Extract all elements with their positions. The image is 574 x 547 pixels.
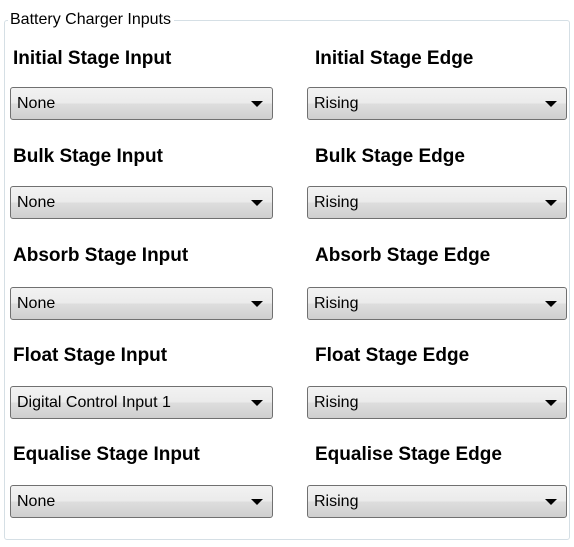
bulk-stage-edge-dropdown[interactable]: Rising — [307, 186, 567, 219]
absorb-stage-edge-value: Rising — [314, 295, 359, 312]
equalise-stage-edge-value: Rising — [314, 493, 359, 510]
equalise-stage-edge-dropdown[interactable]: Rising — [307, 485, 567, 518]
chevron-down-icon — [251, 301, 263, 307]
float-stage-input-value: Digital Control Input 1 — [17, 394, 171, 411]
initial-stage-edge-dropdown[interactable]: Rising — [307, 87, 567, 120]
float-stage-input-dropdown[interactable]: Digital Control Input 1 — [10, 386, 273, 419]
chevron-down-icon — [251, 101, 263, 107]
float-stage-edge-label: Float Stage Edge — [315, 345, 470, 366]
initial-stage-edge-label: Initial Stage Edge — [315, 48, 474, 69]
chevron-down-icon — [251, 400, 263, 406]
bulk-stage-input-dropdown[interactable]: None — [10, 186, 273, 219]
absorb-stage-input-label: Absorb Stage Input — [13, 245, 189, 266]
float-stage-edge-value: Rising — [314, 394, 359, 411]
bulk-stage-input-value: None — [17, 194, 56, 211]
equalise-stage-input-value: None — [17, 493, 56, 510]
initial-stage-input-value: None — [17, 95, 56, 112]
equalise-stage-input-dropdown[interactable]: None — [10, 485, 273, 518]
absorb-stage-input-dropdown[interactable]: None — [10, 287, 273, 320]
absorb-stage-edge-dropdown[interactable]: Rising — [307, 287, 567, 320]
float-stage-edge-dropdown[interactable]: Rising — [307, 386, 567, 419]
bulk-stage-edge-label: Bulk Stage Edge — [315, 146, 465, 167]
equalise-stage-edge-label: Equalise Stage Edge — [315, 444, 502, 465]
equalise-stage-input-label: Equalise Stage Input — [13, 444, 200, 465]
chevron-down-icon — [545, 400, 557, 406]
group-title: Battery Charger Inputs — [8, 10, 174, 30]
absorb-stage-edge-label: Absorb Stage Edge — [315, 245, 491, 266]
float-stage-input-label: Float Stage Input — [13, 345, 168, 366]
absorb-stage-input-value: None — [17, 295, 56, 312]
chevron-down-icon — [545, 101, 557, 107]
initial-stage-input-label: Initial Stage Input — [13, 48, 172, 69]
initial-stage-input-dropdown[interactable]: None — [10, 87, 273, 120]
chevron-down-icon — [251, 200, 263, 206]
bulk-stage-input-label: Bulk Stage Input — [13, 146, 163, 167]
chevron-down-icon — [545, 200, 557, 206]
chevron-down-icon — [545, 301, 557, 307]
chevron-down-icon — [545, 499, 557, 505]
initial-stage-edge-value: Rising — [314, 95, 359, 112]
chevron-down-icon — [251, 499, 263, 505]
bulk-stage-edge-value: Rising — [314, 194, 359, 211]
